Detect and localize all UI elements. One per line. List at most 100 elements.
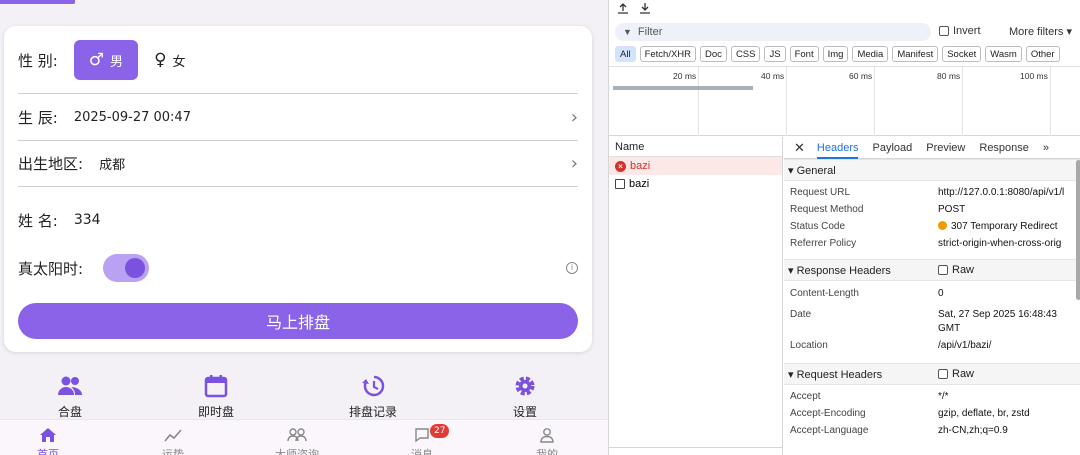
filter-row: ▼ Filter Invert More filters ▾ xyxy=(609,22,1080,44)
devtools-toolbar xyxy=(609,0,1080,20)
raw-checkbox[interactable]: Raw xyxy=(938,264,974,276)
type-filter-fetch[interactable]: Fetch/XHR xyxy=(639,46,697,62)
tab-messages[interactable]: 27 消息 xyxy=(382,424,462,455)
section-title: ▾ Request Headers xyxy=(788,368,883,381)
header-key: Location xyxy=(790,340,828,351)
request-row[interactable]: × bazi xyxy=(609,157,782,175)
type-filter-socket[interactable]: Socket xyxy=(942,46,982,62)
type-filter-doc[interactable]: Doc xyxy=(700,46,727,62)
quick-action-instant[interactable]: 即时盘 xyxy=(171,373,261,420)
header-value: Sat, 27 Sep 2025 16:48:43 xyxy=(938,309,1057,320)
type-filter-js[interactable]: JS xyxy=(764,46,786,62)
quick-action-label: 排盘记录 xyxy=(348,405,397,419)
type-filter-wasm[interactable]: Wasm xyxy=(985,46,1022,62)
group-icon xyxy=(257,426,337,444)
timeline-tick: 100 ms xyxy=(1020,71,1048,81)
region-row[interactable]: 出生地区: 成都 › xyxy=(18,152,578,174)
download-icon[interactable] xyxy=(639,1,651,19)
app-panel: 性 别: ♂ 男 ♀ 女 生 辰: 2025-09-27 00:47 › 出生地… xyxy=(0,0,608,455)
response-headers-section: Content-Length 0 Date Sat, 27 Sep 2025 16:… xyxy=(784,281,1080,361)
quick-action-settings[interactable]: 设置 xyxy=(480,373,570,420)
request-name: bazi xyxy=(630,160,651,172)
home-icon xyxy=(8,426,88,444)
type-filter-other[interactable]: Other xyxy=(1025,46,1060,62)
birth-row[interactable]: 生 辰: 2025-09-27 00:47 › xyxy=(18,106,578,128)
tab-response[interactable]: Response xyxy=(979,137,1029,159)
filter-placeholder: Filter xyxy=(637,26,663,38)
tab-headers[interactable]: Headers xyxy=(816,137,859,159)
details-scrollbar[interactable] xyxy=(1076,160,1080,300)
submit-button[interactable]: 马上排盘 xyxy=(18,303,578,339)
timeline-gridline xyxy=(874,67,875,136)
document-icon xyxy=(615,179,625,189)
info-icon[interactable]: i xyxy=(566,262,578,274)
checkbox-icon xyxy=(938,265,948,275)
tab-mine[interactable]: 我的 xyxy=(507,426,587,455)
name-label: 姓 名: xyxy=(18,211,58,230)
general-section-header[interactable]: ▾ General xyxy=(784,159,1080,181)
tab-label: 大师咨询 xyxy=(275,448,319,455)
close-icon[interactable]: ✕ xyxy=(794,140,805,156)
header-value: /api/v1/bazi/ xyxy=(938,340,992,351)
type-filter-css[interactable]: CSS xyxy=(730,46,761,62)
tab-home[interactable]: 首页 xyxy=(8,426,88,455)
type-filter-media[interactable]: Media xyxy=(852,46,889,62)
tab-master[interactable]: 大师咨询 xyxy=(257,426,337,455)
timeline-request-bar xyxy=(613,86,753,90)
resource-type-filters: All Fetch/XHR Doc CSS JS Font Img Media … xyxy=(615,46,1060,62)
more-tabs-icon[interactable]: » xyxy=(1043,137,1049,159)
name-input[interactable]: 334 xyxy=(74,212,101,228)
header-row: Request URL http://127.0.0.1:8080/api/v1/… xyxy=(784,187,1080,204)
section-title: ▾ General xyxy=(788,164,836,177)
header-row: Accept-Encoding gzip, deflate, br, zstd xyxy=(784,408,1080,425)
solar-time-toggle[interactable] xyxy=(103,254,150,282)
error-icon: × xyxy=(615,160,626,172)
region-label: 出生地区: xyxy=(18,154,84,173)
quick-actions: 合盘 即时盘 排盘记录 设置 xyxy=(0,365,608,419)
tab-fortune[interactable]: 运势 xyxy=(133,426,213,455)
raw-checkbox[interactable]: Raw xyxy=(938,368,974,380)
type-filter-font[interactable]: Font xyxy=(789,46,819,62)
section-title: ▾ Response Headers xyxy=(788,264,891,277)
request-list: Name × bazi bazi xyxy=(609,137,783,455)
invert-checkbox[interactable]: Invert xyxy=(939,25,981,37)
trend-icon xyxy=(133,426,213,444)
timeline-gridline xyxy=(962,67,963,136)
filter-input[interactable]: ▼ Filter xyxy=(615,23,931,41)
header-row: Accept */* xyxy=(784,391,1080,408)
name-row[interactable]: 姓 名: 334 xyxy=(18,209,578,231)
response-headers-section-header[interactable]: ▾ Response Headers Raw xyxy=(784,259,1080,281)
quick-action-hepan[interactable]: 合盘 xyxy=(25,373,115,420)
more-filters-dropdown[interactable]: More filters ▾ xyxy=(1009,25,1072,38)
type-filter-all[interactable]: All xyxy=(615,46,636,62)
tab-preview[interactable]: Preview xyxy=(926,137,965,159)
timeline-gridline xyxy=(1050,67,1051,136)
tab-payload[interactable]: Payload xyxy=(872,137,912,159)
gender-female-button[interactable]: ♀ 女 xyxy=(138,40,202,80)
request-row[interactable]: bazi xyxy=(609,175,782,193)
type-filter-manifest[interactable]: Manifest xyxy=(892,46,939,62)
name-column-header[interactable]: Name xyxy=(609,137,782,157)
message-icon: 27 xyxy=(382,424,462,444)
request-headers-section-header[interactable]: ▾ Request Headers Raw xyxy=(784,363,1080,385)
type-filter-img[interactable]: Img xyxy=(822,46,849,62)
gender-row: 性 别: ♂ 男 ♀ 女 xyxy=(18,40,578,80)
header-key: Request URL xyxy=(790,187,851,198)
timeline-gridline xyxy=(698,67,699,136)
gender-label: 性 别: xyxy=(18,51,58,70)
network-timeline[interactable]: 20 ms 40 ms 60 ms 80 ms 100 ms xyxy=(609,66,1080,136)
gender-male-button[interactable]: ♂ 男 xyxy=(73,40,138,80)
birth-value: 2025-09-27 00:47 xyxy=(73,109,191,125)
upload-icon[interactable] xyxy=(617,1,629,19)
timeline-tick: 20 ms xyxy=(673,71,697,81)
header-key: Accept-Language xyxy=(790,425,869,436)
header-value: GMT xyxy=(938,323,961,334)
status-code: 307 Temporary Redirect xyxy=(951,221,1058,232)
quick-action-history[interactable]: 排盘记录 xyxy=(328,373,418,420)
tab-label: 运势 xyxy=(162,448,184,455)
quick-action-label: 即时盘 xyxy=(197,405,234,419)
people-icon xyxy=(25,373,115,399)
raw-label: Raw xyxy=(952,368,975,380)
female-icon: ♀ xyxy=(154,50,167,70)
tab-label: 消息 xyxy=(411,448,433,455)
